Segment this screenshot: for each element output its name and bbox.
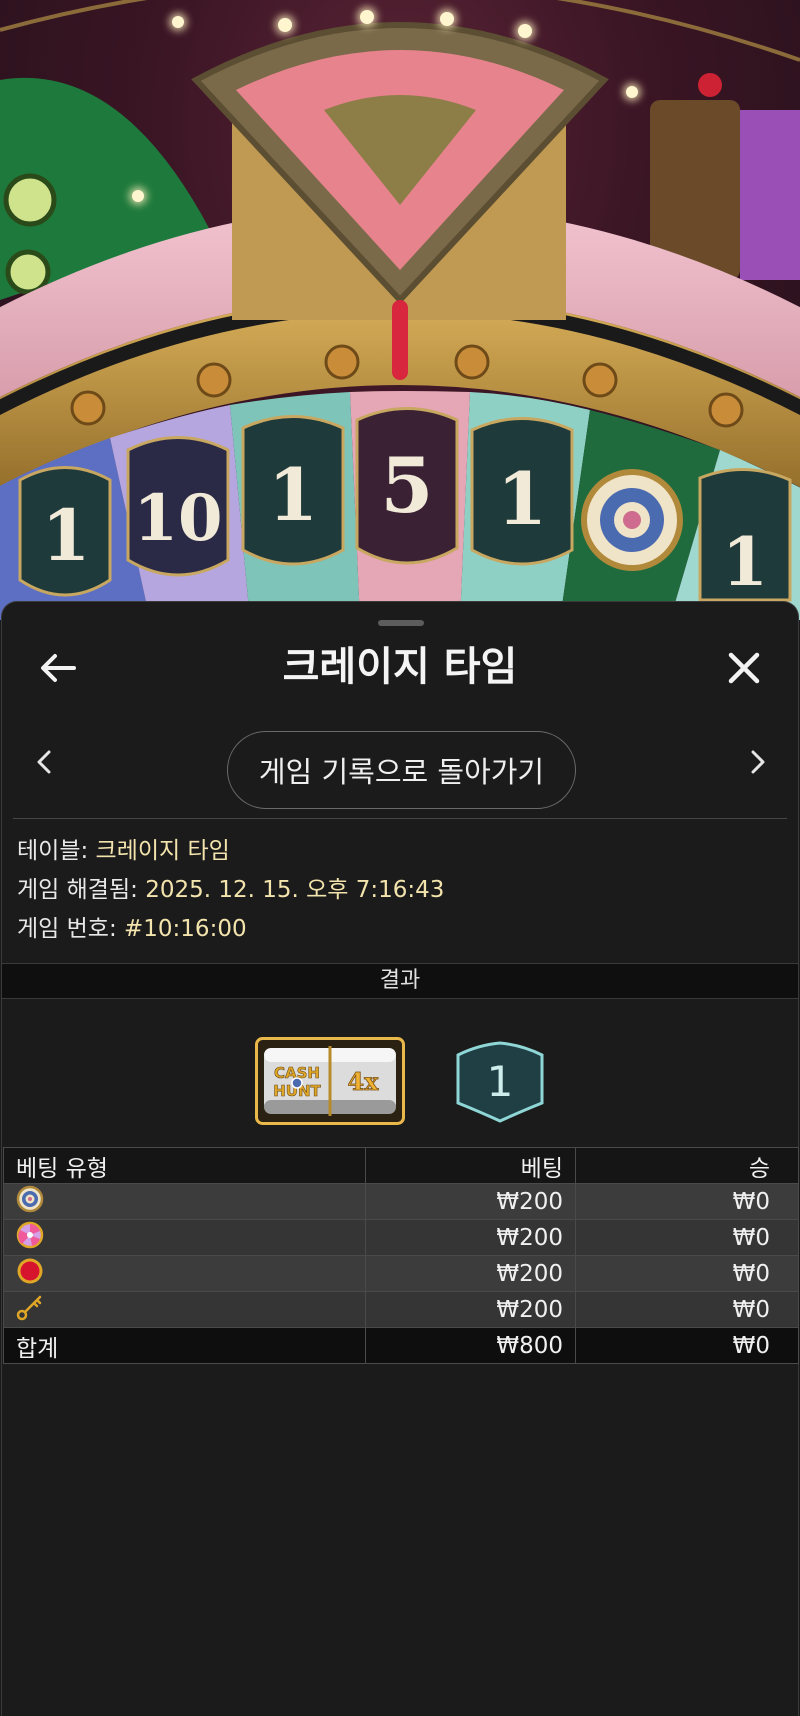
wheel-pointer bbox=[392, 300, 408, 380]
win-amount-cell: ₩0 bbox=[575, 1183, 799, 1220]
table-row: ₩200 ₩0 bbox=[3, 1219, 799, 1256]
pachinko-icon bbox=[16, 1221, 44, 1248]
svg-text:1: 1 bbox=[722, 523, 768, 601]
info-label: 게임 번호: bbox=[17, 916, 117, 942]
win-amount-cell: ₩0 bbox=[575, 1291, 799, 1328]
info-game-number-row: 게임 번호: #10:16:00 bbox=[17, 914, 247, 944]
table-row: ₩200 ₩0 bbox=[3, 1291, 799, 1328]
win-amount-cell: ₩0 bbox=[575, 1219, 799, 1256]
table-row: ₩200 ₩0 bbox=[3, 1255, 799, 1292]
column-header-win: 승 bbox=[575, 1147, 799, 1184]
total-row: 합계 ₩800 ₩0 bbox=[3, 1327, 799, 1364]
page-title: 크레이지 타임 bbox=[282, 644, 518, 690]
wheel-scene: 1 10 1 5 1 1 bbox=[0, 0, 800, 620]
bet-amount-cell: ₩200 bbox=[365, 1291, 576, 1328]
result-display: CASH HUNT 4x 1 bbox=[2, 999, 798, 1147]
coin-flip-icon bbox=[17, 1258, 43, 1283]
drag-handle[interactable] bbox=[378, 620, 424, 626]
chevron-left-icon[interactable] bbox=[26, 744, 62, 780]
svg-text:10: 10 bbox=[133, 481, 222, 556]
table-row: ₩200 ₩0 bbox=[3, 1183, 799, 1220]
info-label: 게임 해결됨: bbox=[17, 877, 138, 903]
svg-text:1: 1 bbox=[497, 456, 547, 541]
bet-type-cell bbox=[3, 1183, 366, 1220]
bet-type-cell bbox=[3, 1255, 366, 1292]
info-resolved-row: 게임 해결됨: 2025. 12. 15. 오후 7:16:43 bbox=[17, 875, 444, 905]
svg-text:1: 1 bbox=[42, 494, 91, 577]
svg-text:1: 1 bbox=[268, 452, 318, 537]
info-value: #10:16:00 bbox=[124, 916, 247, 942]
bet-amount-cell: ₩200 bbox=[365, 1183, 576, 1220]
bets-table: 베팅 유형 베팅 승 ₩200 ₩0 ₩200 ₩0 ₩200 ₩0 ₩200 … bbox=[3, 1147, 799, 1364]
game-history-sheet: 크레이지 타임 게임 기록으로 돌아가기 테이블: 크레이지 타임 게임 해결됨… bbox=[1, 601, 799, 1716]
back-to-history-button[interactable]: 게임 기록으로 돌아가기 bbox=[227, 731, 576, 809]
bet-amount-cell: ₩200 bbox=[365, 1255, 576, 1292]
wheel-result-tile: 1 bbox=[456, 1041, 544, 1123]
info-value: 2025. 12. 15. 오후 7:16:43 bbox=[145, 877, 445, 903]
bet-type-cell bbox=[3, 1291, 366, 1328]
svg-text:5: 5 bbox=[381, 441, 434, 530]
info-value: 크레이지 타임 bbox=[95, 838, 230, 864]
wheel-result-number: 1 bbox=[487, 1057, 514, 1106]
info-label: 테이블: bbox=[17, 838, 89, 864]
total-win: ₩0 bbox=[575, 1327, 799, 1364]
result-heading: 결과 bbox=[2, 963, 798, 999]
info-table-row: 테이블: 크레이지 타임 bbox=[17, 836, 230, 866]
target-icon bbox=[291, 1077, 303, 1089]
top-slot-result: CASH HUNT 4x bbox=[255, 1037, 405, 1125]
column-header-bet-type: 베팅 유형 bbox=[3, 1147, 366, 1184]
divider bbox=[13, 818, 787, 819]
column-header-bet: 베팅 bbox=[365, 1147, 576, 1184]
close-icon[interactable] bbox=[722, 646, 766, 690]
game-video-background: 1 10 1 5 1 1 bbox=[0, 0, 800, 620]
bet-amount-cell: ₩200 bbox=[365, 1219, 576, 1256]
total-label: 합계 bbox=[3, 1327, 366, 1364]
table-header-row: 베팅 유형 베팅 승 bbox=[3, 1147, 799, 1184]
cash-hunt-icon bbox=[16, 1185, 44, 1212]
bet-type-cell bbox=[3, 1219, 366, 1256]
multiplier-text: 4x bbox=[347, 1067, 379, 1096]
chevron-right-icon[interactable] bbox=[740, 744, 776, 780]
win-amount-cell: ₩0 bbox=[575, 1255, 799, 1292]
arrow-left-icon[interactable] bbox=[36, 646, 80, 690]
total-bet: ₩800 bbox=[365, 1327, 576, 1364]
crazy-time-key-icon bbox=[16, 1295, 42, 1320]
